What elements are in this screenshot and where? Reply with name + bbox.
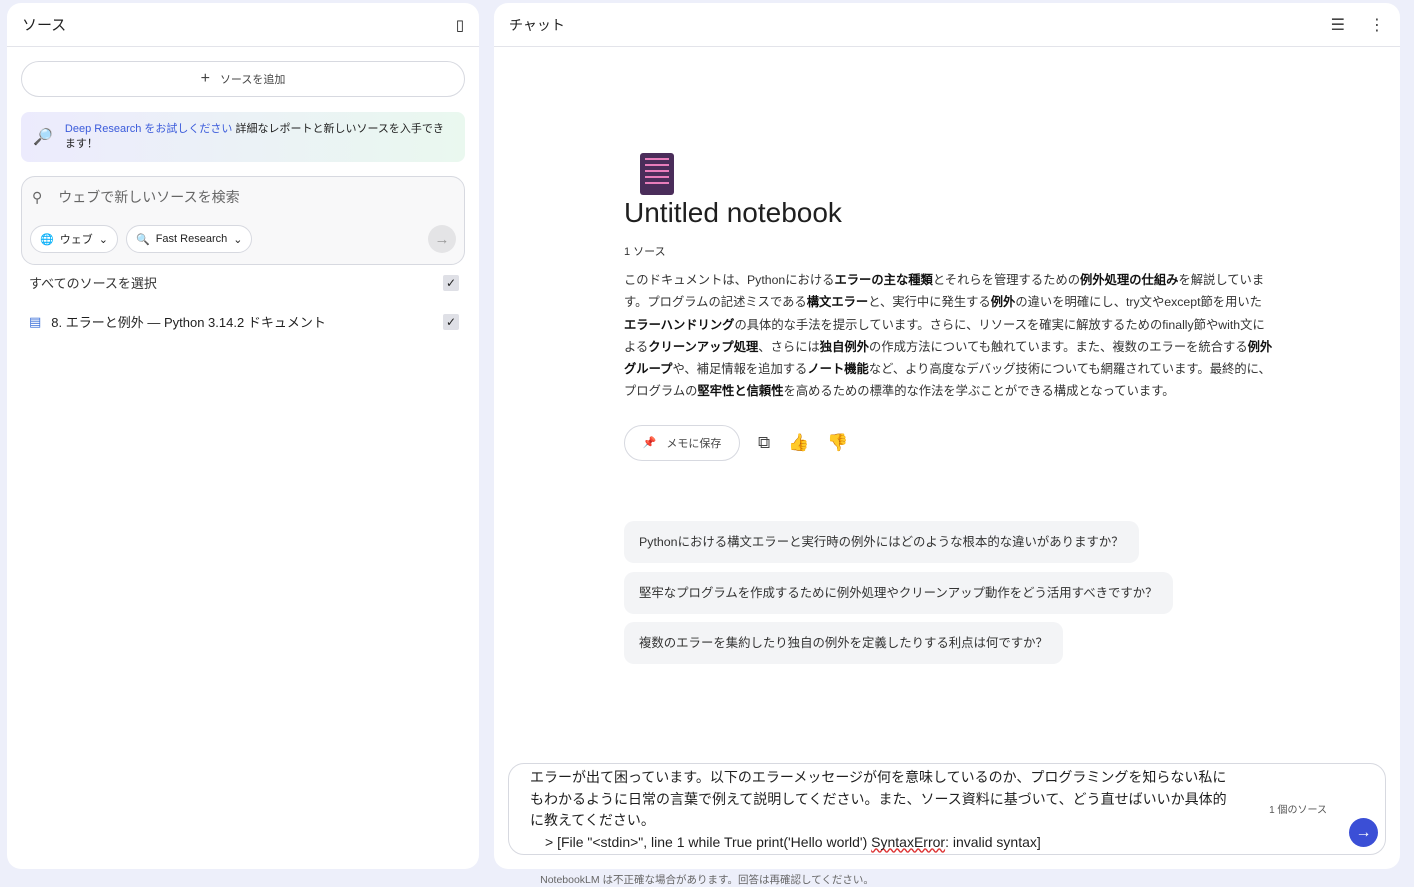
summary-highlight: クリーンアップ処理 bbox=[648, 339, 759, 354]
summary-highlight: 例外 bbox=[990, 295, 1016, 310]
notebook-summary: このドキュメントは、Pythonにおけるエラーの主な種類とそれらを管理するための… bbox=[624, 269, 1274, 403]
source-count: 1 ソース bbox=[624, 246, 666, 258]
suggested-question[interactable]: Pythonにおける構文エラーと実行時の例外にはどのような根本的な違いがあります… bbox=[624, 521, 1139, 563]
notebook-overview: Untitled notebook 1 ソース このドキュメントは、Python… bbox=[624, 153, 1274, 461]
research-chip-label: Fast Research bbox=[155, 233, 228, 245]
suggested-question[interactable]: 複数のエラーを集約したり独自の例外を定義したりする利点は何ですか？ bbox=[624, 622, 1063, 664]
document-icon: ▤ bbox=[29, 313, 42, 329]
summary-text: と、実行中に発生する bbox=[868, 295, 991, 310]
collapse-panel-icon[interactable]: ▯ bbox=[456, 16, 464, 34]
chat-panel: チャット ☰ ⋮ Untitled notebook 1 ソース このドキュメントは… bbox=[494, 3, 1400, 869]
pin-icon: 📌 bbox=[642, 437, 657, 450]
thumbs-up-icon[interactable]: 👍 bbox=[788, 433, 809, 453]
source-checkbox[interactable]: ✓ bbox=[443, 313, 459, 330]
error-text-end: : invalid syntax] bbox=[945, 833, 1041, 850]
send-button[interactable]: → bbox=[1349, 818, 1378, 847]
chat-input-text[interactable]: エラーが出て困っています。以下のエラーメッセージが何を意味しているのか、プログラ… bbox=[530, 767, 1240, 832]
tune-icon[interactable]: ☰ bbox=[1331, 15, 1345, 35]
summary-highlight: ノート機能 bbox=[807, 362, 869, 377]
notebook-title: Untitled notebook bbox=[624, 197, 842, 228]
summary-text: や、補足情報を追加する bbox=[672, 362, 808, 377]
select-all-row[interactable]: すべてのソースを選択 ✓ bbox=[29, 273, 459, 292]
thumbs-down-icon[interactable]: 👎 bbox=[827, 433, 848, 453]
summary-highlight: 構文エラー bbox=[806, 295, 869, 310]
summary-text: の作成方法についても触れています。また、複数のエラーを統合する bbox=[869, 339, 1248, 354]
search-icon: ⚲ bbox=[32, 188, 43, 205]
chevron-down-icon: ⌄ bbox=[233, 233, 243, 246]
sources-panel: ソース ▯ + ソースを追加 🔎 Deep Research をお試しください 詳細な… bbox=[7, 3, 479, 869]
summary-text: このドキュメントは、Pythonにおける bbox=[624, 273, 835, 287]
source-item[interactable]: ▤ 8. エラーと例外 — Python 3.14.2 ドキュメント ✓ bbox=[29, 312, 459, 331]
copy-icon[interactable]: ⧉ bbox=[758, 433, 770, 453]
summary-text: の違いを明確にし、try文やexcept節を用いた bbox=[1015, 295, 1262, 310]
web-chip-label: ウェブ bbox=[59, 234, 93, 246]
summary-text: 、さらには bbox=[758, 339, 820, 354]
select-all-label: すべてのソースを選択 bbox=[29, 276, 157, 291]
save-to-note-label: メモに保存 bbox=[666, 437, 722, 450]
web-search-box: ⚲ ウェブで新しいソースを検索 🌐 ウェブ ⌄ 🔍 Fast Research ⌄ → bbox=[21, 176, 465, 265]
summary-text: とそれらを管理するための bbox=[932, 273, 1081, 287]
summary-highlight: エラーハンドリング bbox=[624, 317, 735, 332]
notebook-emoji-icon bbox=[640, 153, 674, 195]
sources-title: ソース bbox=[22, 17, 67, 34]
summary-highlight: エラーの主な種類 bbox=[834, 273, 933, 287]
chevron-down-icon: ⌄ bbox=[98, 233, 108, 246]
add-source-label: ソースを追加 bbox=[219, 74, 286, 86]
summary-highlight: 例外処理の仕組み bbox=[1080, 273, 1179, 287]
plus-icon: + bbox=[200, 70, 210, 87]
chat-title: チャット bbox=[509, 16, 565, 33]
more-vert-icon[interactable]: ⋮ bbox=[1369, 15, 1385, 35]
search-input[interactable]: ウェブで新しいソースを検索 bbox=[58, 187, 239, 207]
chat-input[interactable]: エラーが出て困っています。以下のエラーメッセージが何を意味しているのか、プログラ… bbox=[508, 763, 1386, 855]
web-chip[interactable]: 🌐 ウェブ ⌄ bbox=[30, 225, 118, 253]
submit-search-button[interactable]: → bbox=[428, 225, 456, 253]
spellcheck-word: SyntaxError bbox=[871, 833, 946, 850]
suggested-question[interactable]: 堅牢なプログラムを作成するために例外処理やクリーンアップ動作をどう活用すべきです… bbox=[624, 572, 1173, 614]
source-count-badge: 1 個のソース bbox=[1269, 805, 1327, 816]
summary-text: を高めるための標準的な作法を学ぶことができる構成となっています。 bbox=[783, 384, 1175, 399]
deep-research-banner[interactable]: 🔎 Deep Research をお試しください 詳細なレポートと新しいソースを入… bbox=[21, 112, 465, 162]
globe-icon: 🌐 bbox=[40, 233, 54, 246]
summary-highlight: 独自例外 bbox=[819, 339, 869, 354]
sparkle-search-icon: 🔍 bbox=[136, 233, 150, 246]
save-to-note-button[interactable]: 📌 メモに保存 bbox=[624, 424, 740, 461]
add-source-button[interactable]: + ソースを追加 bbox=[21, 61, 465, 97]
select-all-checkbox[interactable]: ✓ bbox=[443, 274, 459, 291]
source-item-label: 8. エラーと例外 — Python 3.14.2 ドキュメント bbox=[51, 315, 326, 330]
research-chip[interactable]: 🔍 Fast Research ⌄ bbox=[126, 225, 253, 253]
error-text: > [File "<stdin>", line 1 while True pri… bbox=[545, 833, 872, 850]
deep-research-link[interactable]: Deep Research をお試しください bbox=[65, 123, 233, 135]
summary-highlight: 堅牢性と信頼性 bbox=[697, 384, 784, 399]
magnifier-icon: 🔎 bbox=[33, 128, 53, 146]
